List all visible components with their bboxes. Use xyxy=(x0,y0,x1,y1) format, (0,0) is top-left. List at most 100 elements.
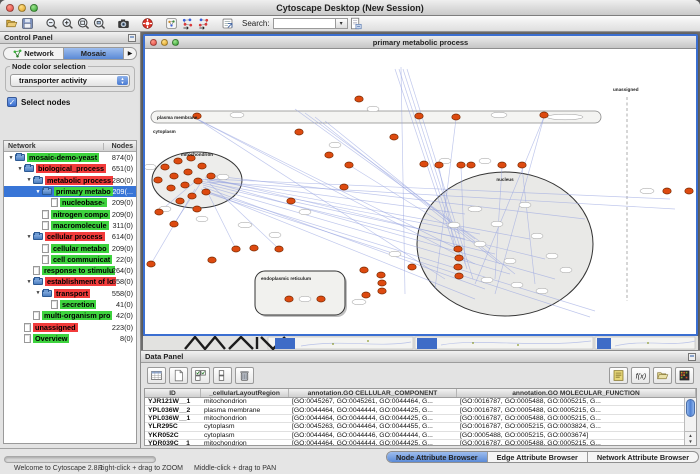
network-node-label[interactable] xyxy=(481,277,493,283)
network-node[interactable] xyxy=(167,185,175,191)
delete-attribute-trash-button[interactable] xyxy=(235,367,254,384)
float-data-panel-icon[interactable] xyxy=(688,353,696,361)
float-panel-icon[interactable] xyxy=(128,34,136,42)
tree-row[interactable]: Overview8(0) xyxy=(4,333,136,344)
tree-expand-icon[interactable]: ▾ xyxy=(34,290,42,296)
network-node[interactable] xyxy=(184,169,192,175)
network-node-label[interactable] xyxy=(238,222,252,228)
network-node-label[interactable] xyxy=(352,299,366,305)
tree-row[interactable]: ▾biological_process651(0) xyxy=(4,163,136,174)
network-node[interactable] xyxy=(176,198,184,204)
table-row[interactable]: YKR052Ccytoplasm[GO:0044464, GO:0044446,… xyxy=(145,432,696,440)
network-node[interactable] xyxy=(194,178,202,184)
tab-network[interactable]: Network xyxy=(4,48,64,59)
table-row[interactable]: YPL036W__1mitochondrion[GO:0044464, GO:0… xyxy=(145,415,696,423)
network-view-titlebar[interactable]: primary metabolic process xyxy=(145,36,696,49)
import-network-2-button[interactable] xyxy=(196,17,211,31)
open-session-button[interactable] xyxy=(4,17,19,31)
network-node[interactable] xyxy=(452,114,460,120)
network-node-label[interactable] xyxy=(479,158,491,164)
network-node-label[interactable] xyxy=(269,232,281,238)
network-edge[interactable] xyxy=(197,119,445,279)
network-node[interactable] xyxy=(377,272,385,278)
region-nucleus[interactable] xyxy=(417,172,593,316)
column-header[interactable]: annotation.GO CELLULAR_COMPONENT xyxy=(289,389,457,397)
network-node[interactable] xyxy=(232,246,240,252)
network-node[interactable] xyxy=(390,134,398,140)
search-input[interactable] xyxy=(273,18,335,29)
network-node[interactable] xyxy=(174,158,182,164)
frame-minimize-button[interactable] xyxy=(161,39,168,46)
tree-row[interactable]: nucleobase-209(0) xyxy=(4,197,136,208)
tree-row[interactable]: unassigned223(0) xyxy=(4,321,136,332)
network-node[interactable] xyxy=(420,161,428,167)
network-node[interactable] xyxy=(467,162,475,168)
attribute-table-button[interactable] xyxy=(147,367,166,384)
network-node[interactable] xyxy=(345,162,353,168)
network-node-label[interactable] xyxy=(511,282,523,288)
network-node[interactable] xyxy=(208,257,216,263)
network-node-label[interactable] xyxy=(145,164,156,170)
network-node-label[interactable] xyxy=(299,296,311,302)
tree-col-network[interactable]: Network xyxy=(4,143,104,150)
network-node-label[interactable] xyxy=(560,267,572,273)
network-node-label[interactable] xyxy=(196,216,208,222)
network-node[interactable] xyxy=(325,152,333,158)
region-plasma-membrane[interactable] xyxy=(151,111,601,123)
network-node[interactable] xyxy=(170,221,178,227)
network-node-label[interactable] xyxy=(230,112,244,118)
network-edge[interactable] xyxy=(401,67,405,294)
tab-mosaic[interactable]: Mosaic xyxy=(64,48,124,59)
network-node[interactable] xyxy=(498,162,506,168)
minimize-window-button[interactable] xyxy=(18,4,26,12)
network-node[interactable] xyxy=(161,164,169,170)
tab-edge-attribute-browser[interactable]: Edge Attribute Browser xyxy=(488,452,588,462)
network-node[interactable] xyxy=(663,188,671,194)
more-tabs-arrow[interactable]: ▶ xyxy=(124,50,136,57)
network-node[interactable] xyxy=(181,182,189,188)
network-node-label[interactable] xyxy=(389,251,401,257)
network-node-label[interactable] xyxy=(547,114,583,120)
tree-row[interactable]: secretion41(0) xyxy=(4,299,136,310)
network-node[interactable] xyxy=(455,255,463,261)
search-dropdown-button[interactable]: ▾ xyxy=(335,18,348,29)
zoom-in-button[interactable] xyxy=(60,17,75,31)
create-network-view-button[interactable] xyxy=(164,17,179,31)
network-node[interactable] xyxy=(170,173,178,179)
import-network-1-button[interactable] xyxy=(180,17,195,31)
column-header[interactable]: ID xyxy=(145,389,201,397)
tree-row[interactable]: ▾establishment of lo558(0) xyxy=(4,276,136,287)
tree-row[interactable]: ▾mosaic-demo-yeast874(0) xyxy=(4,152,136,163)
network-node-label[interactable] xyxy=(640,188,654,194)
network-node[interactable] xyxy=(147,261,155,267)
select-attributes-button[interactable] xyxy=(191,367,210,384)
network-node-label[interactable] xyxy=(367,106,379,112)
network-node[interactable] xyxy=(295,129,303,135)
tree-row[interactable]: cellular metabo209(0) xyxy=(4,242,136,253)
tree-row[interactable]: multi-organism pro42(0) xyxy=(4,310,136,321)
table-row[interactable]: YPL036W__2plasma membrane[GO:0044464, GO… xyxy=(145,406,696,414)
tab-network-attribute-browser[interactable]: Network Attribute Browser xyxy=(588,452,698,462)
import-attribute-folder-button[interactable] xyxy=(653,367,672,384)
network-node-label[interactable] xyxy=(474,241,486,247)
network-node-label[interactable] xyxy=(531,233,543,239)
zoom-fit-button[interactable] xyxy=(76,17,91,31)
network-node[interactable] xyxy=(378,288,386,294)
network-node[interactable] xyxy=(454,246,462,252)
frame-close-button[interactable] xyxy=(150,39,157,46)
save-session-button[interactable] xyxy=(20,17,35,31)
tab-node-attribute-browser[interactable]: Node Attribute Browser xyxy=(387,452,488,462)
network-node-label[interactable] xyxy=(519,202,531,208)
scrollbar-thumb[interactable] xyxy=(686,399,695,417)
zoom-selected-button[interactable] xyxy=(92,17,107,31)
tree-col-nodes[interactable]: Nodes xyxy=(104,143,136,150)
network-node[interactable] xyxy=(378,280,386,286)
network-node[interactable] xyxy=(518,162,526,168)
network-canvas[interactable]: plasma membranecytoplasmmitochondrionnuc… xyxy=(145,49,696,334)
app-titlebar[interactable]: Cytoscape Desktop (New Session) xyxy=(0,0,700,16)
help-lifering-button[interactable] xyxy=(140,17,155,31)
tree-row[interactable]: cell communicat22(0) xyxy=(4,254,136,265)
network-node[interactable] xyxy=(540,112,548,118)
zoom-out-button[interactable] xyxy=(44,17,59,31)
network-node[interactable] xyxy=(198,163,206,169)
